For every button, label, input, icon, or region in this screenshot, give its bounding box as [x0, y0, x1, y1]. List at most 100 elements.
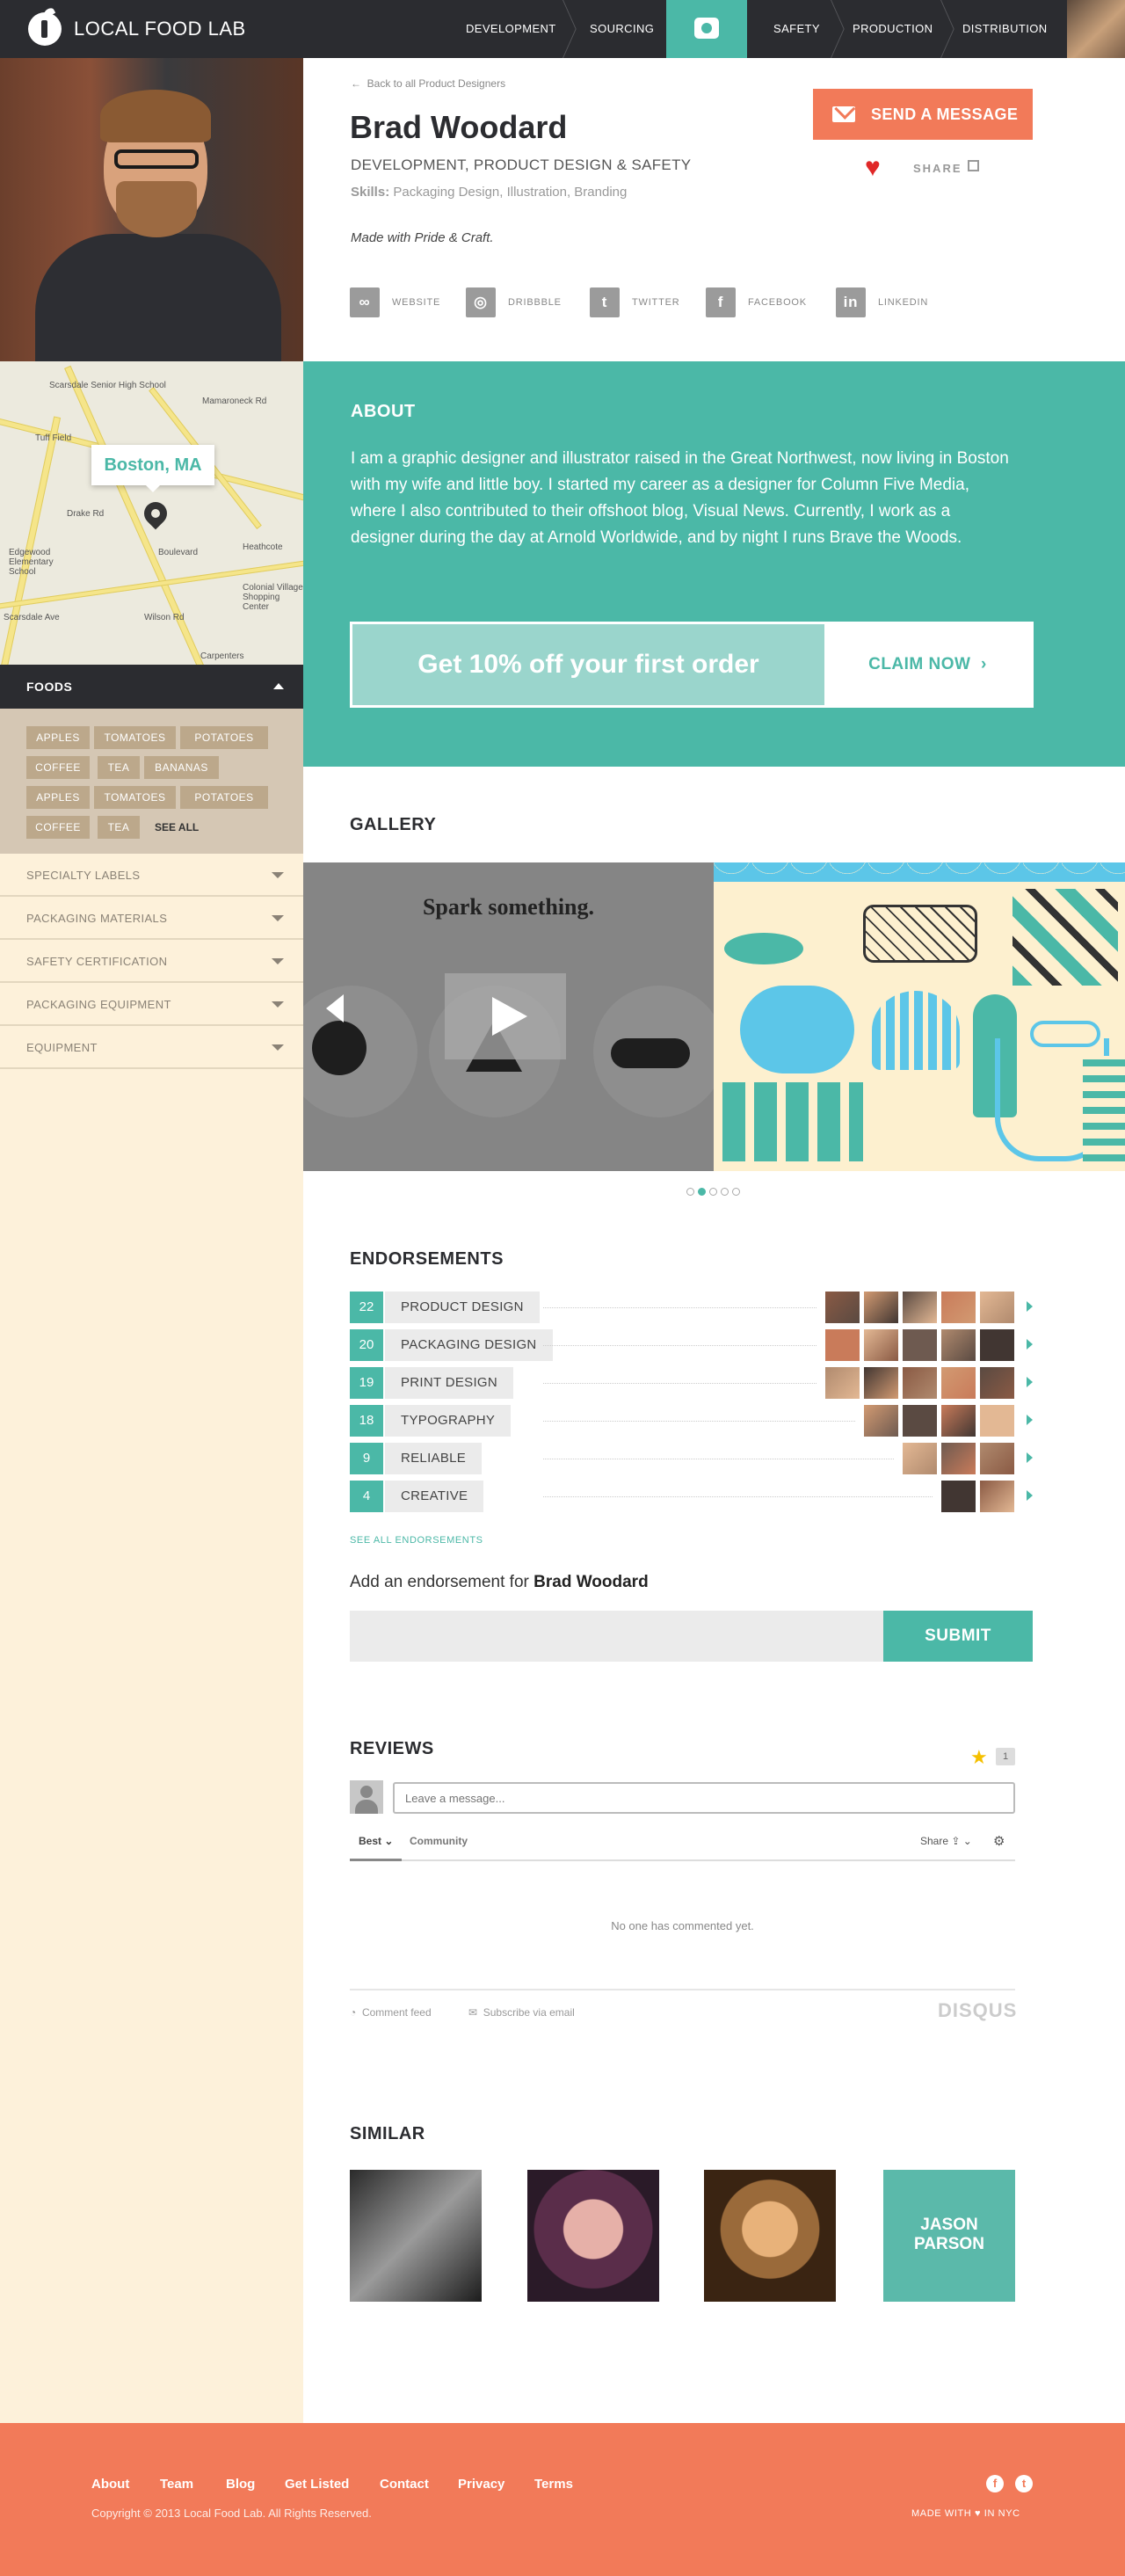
back-link[interactable]: ← Back to all Product Designers: [351, 77, 505, 90]
prev-arrow-icon[interactable]: [326, 994, 344, 1022]
social-twitter[interactable]: t TWITTER: [590, 287, 679, 317]
share-dropdown[interactable]: Share ⇪ ⌄: [920, 1835, 972, 1847]
similar-designer-4[interactable]: JASON PARSON: [883, 2170, 1015, 2302]
endorser-avatar[interactable]: [903, 1367, 937, 1399]
promo-banner[interactable]: Get 10% off your first order CLAIM NOW ›: [350, 622, 1034, 708]
pagination-dot[interactable]: [709, 1188, 717, 1196]
endorsement-row[interactable]: 9 RELIABLE: [350, 1443, 1033, 1474]
endorser-avatar[interactable]: [980, 1367, 1014, 1399]
nav-safety[interactable]: SAFETY: [773, 0, 820, 58]
endorser-avatar[interactable]: [980, 1329, 1014, 1361]
twitter-icon[interactable]: t: [1015, 2475, 1033, 2492]
chevron-right-icon[interactable]: [1027, 1415, 1033, 1425]
chevron-right-icon[interactable]: [1027, 1490, 1033, 1501]
endorser-avatar[interactable]: [903, 1292, 937, 1323]
endorser-avatar[interactable]: [980, 1292, 1014, 1323]
endorser-avatar[interactable]: [903, 1443, 937, 1474]
chevron-right-icon[interactable]: [1027, 1377, 1033, 1387]
endorsement-row[interactable]: 22 PRODUCT DESIGN: [350, 1292, 1033, 1323]
nav-production[interactable]: PRODUCTION: [853, 0, 933, 58]
endorsement-row[interactable]: 19 PRINT DESIGN: [350, 1367, 1033, 1399]
facebook-icon[interactable]: f: [986, 2475, 1004, 2492]
food-tag[interactable]: TOMATOES: [94, 726, 176, 749]
endorser-avatar[interactable]: [980, 1405, 1014, 1437]
social-facebook[interactable]: f FACEBOOK: [706, 287, 807, 317]
accordion-packaging-materials[interactable]: PACKAGING MATERIALS: [0, 897, 303, 940]
see-all-foods-link[interactable]: SEE ALL: [155, 816, 199, 839]
food-tag[interactable]: BANANAS: [144, 756, 219, 779]
food-tag[interactable]: TEA: [98, 756, 140, 779]
foods-accordion-header[interactable]: FOODS: [0, 665, 303, 709]
submit-button[interactable]: SUBMIT: [883, 1611, 1033, 1662]
endorsement-row[interactable]: 18 TYPOGRAPHY: [350, 1405, 1033, 1437]
footer-link-privacy[interactable]: Privacy: [458, 2477, 504, 2492]
location-map[interactable]: Scarsdale Senior High School Tuff Field …: [0, 361, 303, 665]
disqus-logo[interactable]: DISQUS: [938, 1999, 1017, 2022]
social-linkedin[interactable]: in LINKEDIN: [836, 287, 928, 317]
endorser-avatar[interactable]: [941, 1443, 976, 1474]
food-tag[interactable]: COFFEE: [26, 816, 90, 839]
pagination-dot[interactable]: [721, 1188, 729, 1196]
footer-link-contact[interactable]: Contact: [380, 2477, 429, 2492]
footer-link-get-listed[interactable]: Get Listed: [285, 2477, 349, 2492]
pagination-dot-active[interactable]: [698, 1188, 706, 1196]
endorsement-row[interactable]: 20 PACKAGING DESIGN: [350, 1329, 1033, 1361]
pagination-dot[interactable]: [732, 1188, 740, 1196]
chevron-right-icon[interactable]: [1027, 1452, 1033, 1463]
social-dribbble[interactable]: ◎ DRIBBBLE: [466, 287, 562, 317]
endorser-avatar[interactable]: [980, 1443, 1014, 1474]
endorser-avatar[interactable]: [825, 1367, 860, 1399]
pagination-dot[interactable]: [686, 1188, 694, 1196]
send-message-button[interactable]: SEND A MESSAGE: [813, 89, 1033, 140]
endorser-avatar[interactable]: [941, 1367, 976, 1399]
accordion-specialty-labels[interactable]: SPECIALTY LABELS: [0, 854, 303, 897]
gallery-video-slide[interactable]: Spark something.: [303, 862, 714, 1171]
food-tag[interactable]: POTATOES: [180, 726, 268, 749]
endorser-avatar[interactable]: [864, 1292, 898, 1323]
food-tag[interactable]: POTATOES: [180, 786, 268, 809]
nav-distribution[interactable]: DISTRIBUTION: [962, 0, 1048, 58]
endorsement-row[interactable]: 4 CREATIVE: [350, 1481, 1033, 1512]
star-icon[interactable]: ★: [970, 1746, 988, 1769]
chevron-right-icon[interactable]: [1027, 1339, 1033, 1350]
endorser-avatar[interactable]: [864, 1367, 898, 1399]
food-tag[interactable]: TOMATOES: [94, 786, 176, 809]
nav-camera-active[interactable]: [666, 0, 747, 58]
endorser-avatar[interactable]: [941, 1292, 976, 1323]
endorser-avatar[interactable]: [941, 1329, 976, 1361]
accordion-safety-certification[interactable]: SAFETY CERTIFICATION: [0, 940, 303, 983]
gear-icon[interactable]: ⚙: [993, 1833, 1005, 1849]
endorser-avatar[interactable]: [864, 1329, 898, 1361]
comment-input[interactable]: [393, 1782, 1015, 1814]
brand-logo[interactable]: LOCAL FOOD LAB: [28, 6, 246, 46]
similar-designer-1[interactable]: [350, 2170, 482, 2302]
share-icon[interactable]: [968, 160, 979, 171]
accordion-packaging-equipment[interactable]: PACKAGING EQUIPMENT: [0, 983, 303, 1026]
footer-link-blog[interactable]: Blog: [226, 2477, 255, 2492]
gallery-illustration-slide[interactable]: [714, 862, 1125, 1171]
food-tag[interactable]: APPLES: [26, 786, 90, 809]
tab-community[interactable]: Community: [410, 1835, 468, 1847]
user-avatar[interactable]: [1067, 0, 1125, 58]
endorser-avatar[interactable]: [825, 1329, 860, 1361]
subscribe-email-link[interactable]: ✉ Subscribe via email: [468, 2006, 575, 2019]
endorser-avatar[interactable]: [864, 1405, 898, 1437]
chevron-right-icon[interactable]: [1027, 1301, 1033, 1312]
see-all-endorsements-link[interactable]: SEE ALL ENDORSEMENTS: [350, 1535, 483, 1546]
nav-sourcing[interactable]: SOURCING: [590, 0, 654, 58]
endorser-avatar[interactable]: [941, 1405, 976, 1437]
footer-link-terms[interactable]: Terms: [534, 2477, 573, 2492]
claim-now-button[interactable]: CLAIM NOW ›: [824, 624, 1031, 705]
similar-designer-2[interactable]: [527, 2170, 659, 2302]
similar-designer-3[interactable]: [704, 2170, 836, 2302]
endorser-avatar[interactable]: [903, 1329, 937, 1361]
heart-icon[interactable]: ♥: [865, 155, 881, 181]
endorsement-input[interactable]: [350, 1611, 883, 1662]
food-tag[interactable]: TEA: [98, 816, 140, 839]
footer-link-about[interactable]: About: [91, 2477, 129, 2492]
play-icon[interactable]: [445, 973, 566, 1059]
food-tag[interactable]: APPLES: [26, 726, 90, 749]
endorser-avatar[interactable]: [980, 1481, 1014, 1512]
social-website[interactable]: ∞ WEBSITE: [350, 287, 440, 317]
tab-best[interactable]: Best ⌄: [350, 1835, 403, 1861]
